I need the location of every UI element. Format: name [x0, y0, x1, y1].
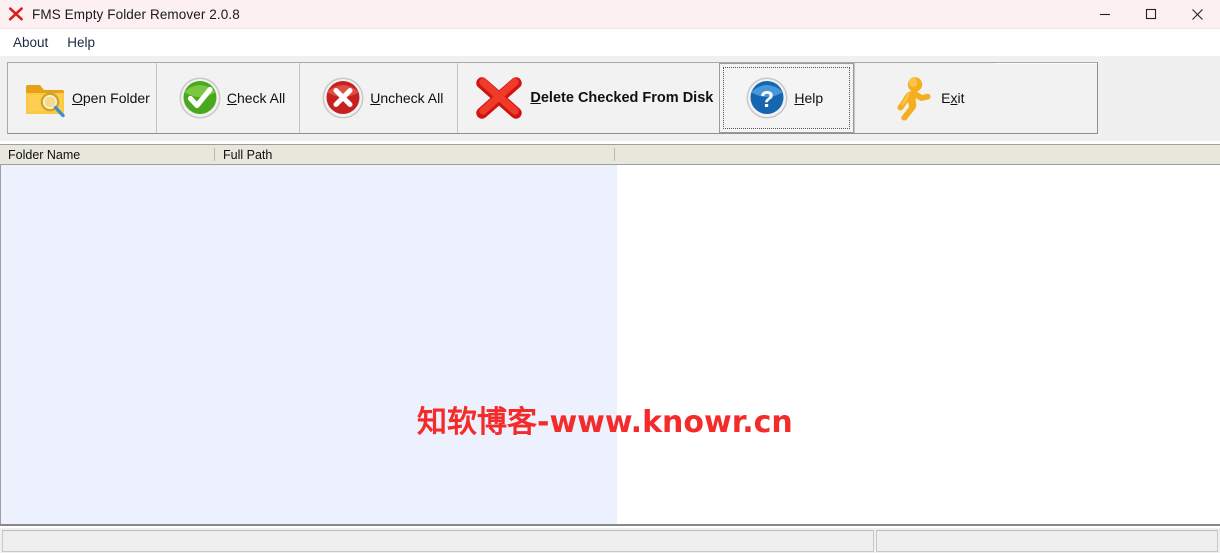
window-controls [1082, 0, 1220, 29]
close-button[interactable] [1174, 0, 1220, 29]
uncheck-all-button[interactable]: Uncheck All [299, 63, 458, 133]
help-button[interactable]: ? Help [719, 63, 855, 133]
green-check-circle-icon [177, 75, 223, 121]
folder-search-icon [22, 75, 68, 121]
status-panel-right [876, 530, 1218, 552]
running-man-icon [891, 75, 937, 121]
red-cross-icon [472, 75, 526, 121]
uncheck-all-label: Uncheck All [370, 90, 444, 106]
help-label: Help [794, 90, 824, 106]
menu-item-help[interactable]: Help [58, 32, 104, 53]
minimize-button[interactable] [1082, 0, 1128, 29]
exit-button[interactable]: Exit [854, 63, 995, 133]
list-empty-shade [1, 165, 617, 524]
menu-bar: About Help [0, 29, 1220, 56]
check-all-label: Check All [226, 90, 286, 106]
check-all-button[interactable]: Check All [155, 63, 300, 133]
title-bar: FMS Empty Folder Remover 2.0.8 [0, 0, 1220, 29]
toolbar: Open Folder Check All Uncheck All Delete… [7, 62, 1098, 134]
folder-list[interactable]: 知软博客-www.knowr.cn [0, 165, 1220, 526]
app-icon [7, 5, 25, 23]
column-header-folder-name[interactable]: Folder Name [0, 145, 215, 164]
open-folder-label: Open Folder [72, 90, 150, 106]
exit-label: Exit [941, 90, 965, 106]
list-column-headers: Folder Name Full Path [0, 144, 1220, 165]
status-bar [0, 528, 1220, 553]
blue-question-circle-icon: ? [744, 75, 790, 121]
menu-item-about[interactable]: About [4, 32, 57, 53]
toolbar-container: Open Folder Check All Uncheck All Delete… [0, 56, 1220, 141]
delete-checked-from-disk-button[interactable]: Delete Checked From Disk [457, 63, 720, 133]
maximize-button[interactable] [1128, 0, 1174, 29]
column-header-full-path[interactable]: Full Path [215, 145, 615, 164]
watermark-text: 知软博客-www.knowr.cn [417, 405, 793, 440]
column-header-folder-name-label: Folder Name [8, 147, 81, 162]
column-header-extra[interactable] [615, 145, 1220, 164]
delete-checked-label: Delete Checked From Disk [530, 90, 714, 106]
open-folder-button[interactable]: Open Folder [8, 63, 156, 133]
status-panel-left [2, 530, 874, 552]
svg-text:?: ? [760, 86, 774, 112]
window-title: FMS Empty Folder Remover 2.0.8 [32, 6, 240, 22]
column-header-full-path-label: Full Path [223, 147, 273, 162]
red-x-circle-icon [320, 75, 366, 121]
